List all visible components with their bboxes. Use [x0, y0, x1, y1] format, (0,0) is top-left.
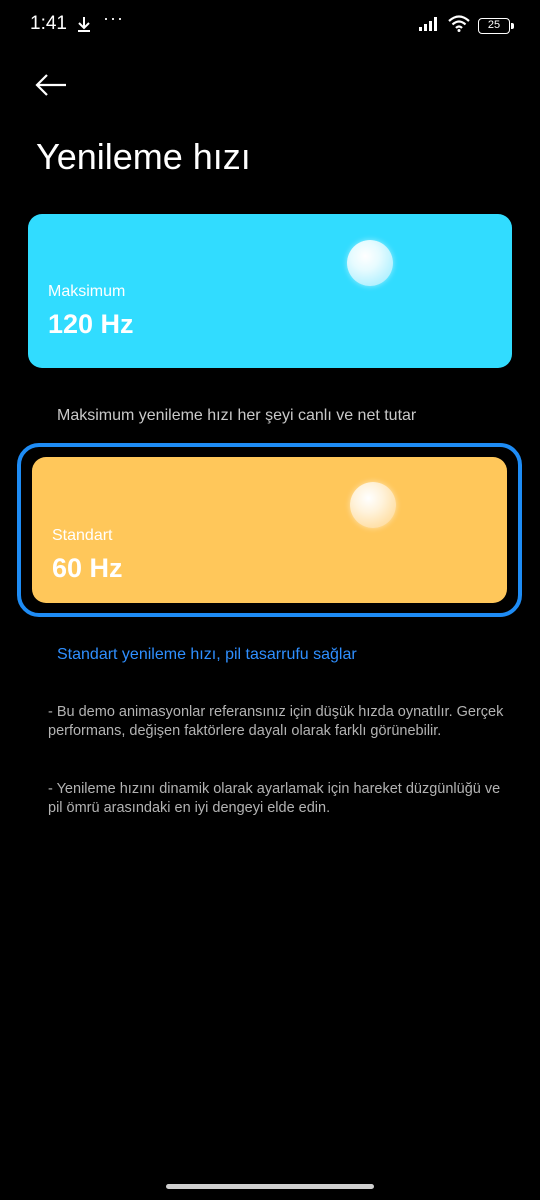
battery-icon: 25	[478, 18, 514, 34]
signal-icon	[418, 16, 440, 37]
info-note: - Yenileme hızını dinamik olarak ayarlam…	[48, 781, 501, 816]
back-button[interactable]	[34, 68, 74, 102]
status-bar: 1:41 ··· 25	[0, 0, 540, 50]
wifi-icon	[448, 15, 470, 37]
orb-animation	[350, 482, 396, 528]
download-icon	[76, 15, 92, 38]
info-note: - Bu demo animasyonlar referansınız için…	[48, 704, 504, 739]
option-label: Standart	[52, 527, 113, 544]
home-indicator[interactable]	[166, 1184, 374, 1189]
option-card-maximum[interactable]: Maksimum 120 Hz	[28, 214, 512, 368]
option-description-selected: Standart yenileme hızı, pil tasarrufu sa…	[57, 646, 357, 663]
arrow-left-icon	[34, 74, 68, 106]
page-title: Yenileme hızı	[36, 136, 251, 177]
option-value: 60 Hz	[52, 553, 123, 583]
option-value: 120 Hz	[48, 309, 134, 339]
orb-animation	[347, 240, 393, 286]
option-label: Maksimum	[48, 283, 126, 300]
status-icons: 25	[418, 15, 514, 37]
option-card-standard-inner: Standart 60 Hz	[32, 457, 507, 603]
option-card-standard[interactable]: Standart 60 Hz	[17, 443, 522, 617]
option-description: Maksimum yenileme hızı her şeyi canlı ve…	[57, 407, 417, 424]
more-dots-icon: ···	[103, 8, 124, 28]
status-time: 1:41	[30, 13, 67, 34]
